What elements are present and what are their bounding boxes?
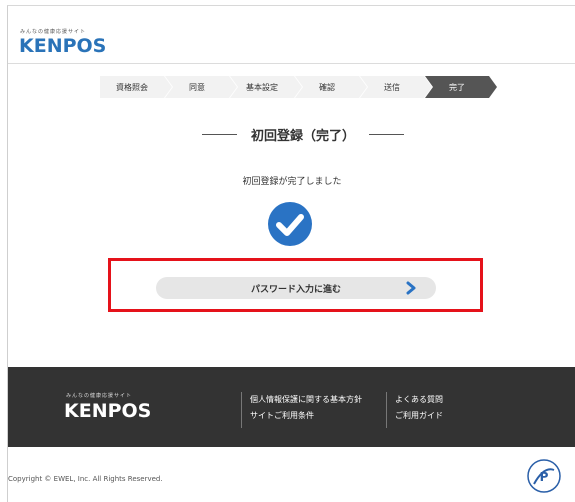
step-soushin: 送信 [360, 76, 433, 98]
footer-link-privacy-policy[interactable]: 個人情報保護に関する基本方針 [250, 392, 362, 408]
footer-logo-tagline: みんなの健康応援サイト [66, 393, 133, 399]
completion-message: 初回登録が完了しました [242, 177, 342, 187]
page-frame: みんなの健康応援サイト KENPOS 資格照会 同意 基本設定 確認 送信 完了… [7, 5, 575, 502]
step-kihon-settei: 基本設定 [230, 76, 303, 98]
progress-steps: 資格照会 同意 基本設定 確認 送信 完了 [100, 76, 498, 98]
page-title: 初回登録（完了） [250, 128, 355, 144]
step-label: 同意 [189, 82, 205, 92]
check-circle-icon [268, 202, 312, 246]
proceed-to-password-button[interactable]: パスワード入力に進む [156, 277, 436, 299]
footer-kenpos-logo[interactable]: KENPOS [64, 400, 151, 422]
logo-tagline: みんなの健康応援サイト [20, 29, 87, 35]
chevron-right-icon [406, 281, 416, 295]
step-kakunin: 確認 [295, 76, 368, 98]
title-divider-left [201, 133, 237, 135]
step-label: 確認 [319, 82, 335, 92]
footer-links-col1: 個人情報保護に関する基本方針 サイトご利用条件 [241, 392, 362, 428]
footer-link-faq[interactable]: よくある質問 [395, 392, 443, 408]
site-footer: みんなの健康応援サイト KENPOS 個人情報保護に関する基本方針 サイトご利用… [8, 367, 575, 447]
step-doui: 同意 [165, 76, 238, 98]
kenpos-logo[interactable]: KENPOS [19, 35, 106, 57]
footer-link-terms-of-use[interactable]: サイトご利用条件 [250, 408, 362, 424]
step-shikaku-shoukai: 資格照会 [100, 76, 173, 98]
step-label: 送信 [384, 82, 400, 92]
privacy-mark-icon: P [527, 459, 561, 493]
step-label: 資格照会 [116, 82, 148, 92]
step-label: 完了 [449, 82, 465, 92]
step-kanryou: 完了 [425, 76, 498, 98]
proceed-label: パスワード入力に進む [250, 284, 341, 295]
step-label: 基本設定 [246, 82, 278, 92]
svg-text:P: P [540, 470, 549, 484]
copyright-text: Copyright © EWEL, Inc. All Rights Reserv… [8, 475, 163, 483]
page-title-block: 初回登録（完了） [188, 124, 418, 144]
title-divider-right [369, 133, 404, 135]
site-header: みんなの健康応援サイト KENPOS [8, 6, 575, 64]
footer-links-col2: よくある質問 ご利用ガイド [386, 392, 443, 428]
footer-link-user-guide[interactable]: ご利用ガイド [395, 408, 443, 424]
